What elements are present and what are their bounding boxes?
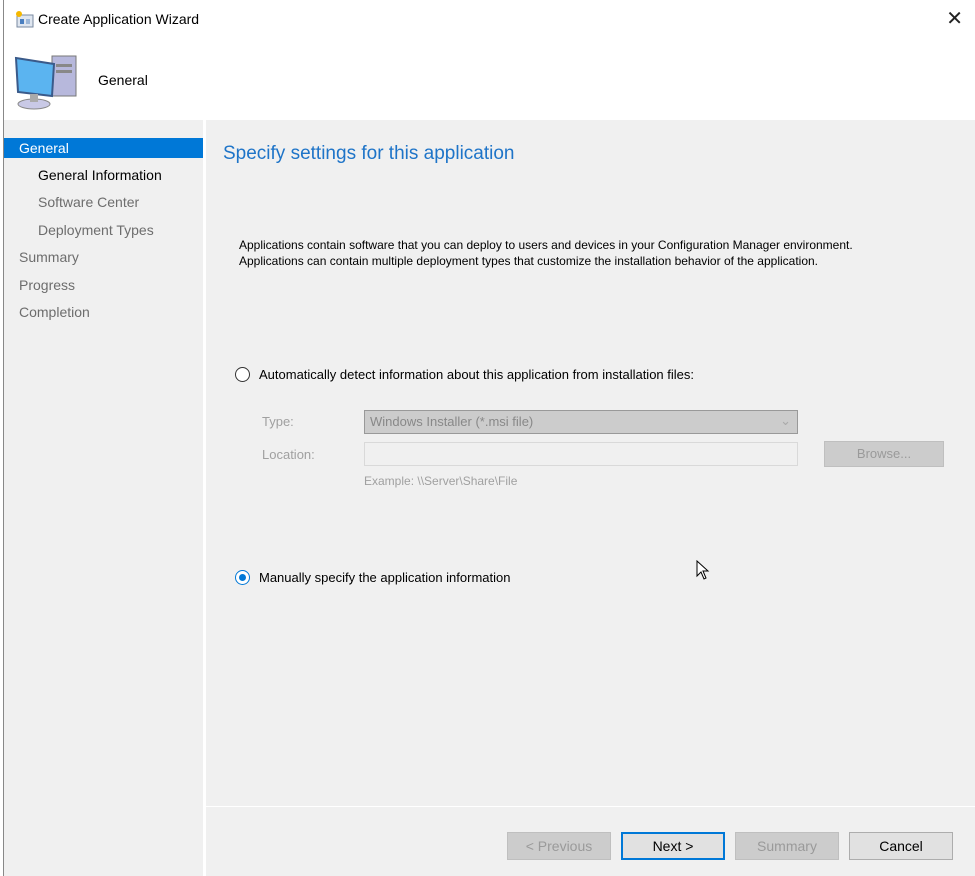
close-icon[interactable]: ✕ xyxy=(946,6,963,31)
wizard-window: Create Application Wizard ✕ General Gene… xyxy=(3,0,975,876)
summary-button[interactable]: Summary xyxy=(735,832,839,860)
next-button[interactable]: Next > xyxy=(621,832,725,860)
wizard-steps-sidebar: General General Information Software Cen… xyxy=(4,120,203,876)
page-heading: Specify settings for this application xyxy=(223,143,515,165)
step-general[interactable]: General xyxy=(4,138,203,158)
wizard-footer: < Previous Next > Summary Cancel xyxy=(206,806,975,876)
description-line-2: Applications can contain multiple deploy… xyxy=(239,253,853,269)
title-bar: Create Application Wizard ✕ xyxy=(4,0,975,40)
window-title: Create Application Wizard xyxy=(38,11,199,27)
auto-detect-label[interactable]: Automatically detect information about t… xyxy=(259,367,694,382)
step-general-information[interactable]: General Information xyxy=(4,165,203,185)
location-example: Example: \\Server\Share\File xyxy=(364,474,517,488)
type-dropdown[interactable]: Windows Installer (*.msi file) ⌄ xyxy=(364,410,798,434)
auto-detect-radio[interactable] xyxy=(235,367,250,382)
manual-radio[interactable] xyxy=(235,570,250,585)
location-label: Location: xyxy=(262,447,315,462)
wizard-app-icon xyxy=(14,10,34,28)
step-completion[interactable]: Completion xyxy=(4,302,203,322)
type-label: Type: xyxy=(262,414,294,429)
location-input[interactable] xyxy=(364,442,798,466)
type-value: Windows Installer (*.msi file) xyxy=(370,414,533,429)
chevron-down-icon: ⌄ xyxy=(780,413,791,429)
header-title: General xyxy=(98,72,148,88)
manual-label[interactable]: Manually specify the application informa… xyxy=(259,570,510,585)
step-progress[interactable]: Progress xyxy=(4,275,203,295)
step-deployment-types[interactable]: Deployment Types xyxy=(4,220,203,240)
wizard-header: General xyxy=(4,40,975,120)
step-software-center[interactable]: Software Center xyxy=(4,192,203,212)
main-panel: Specify settings for this application Ap… xyxy=(206,120,975,806)
description: Applications contain software that you c… xyxy=(239,237,853,269)
previous-button[interactable]: < Previous xyxy=(507,832,611,860)
step-summary[interactable]: Summary xyxy=(4,247,203,267)
browse-button[interactable]: Browse... xyxy=(824,441,944,467)
mouse-cursor-icon xyxy=(696,560,710,580)
description-line-1: Applications contain software that you c… xyxy=(239,237,853,253)
cancel-button[interactable]: Cancel xyxy=(849,832,953,860)
computer-icon xyxy=(12,50,84,112)
